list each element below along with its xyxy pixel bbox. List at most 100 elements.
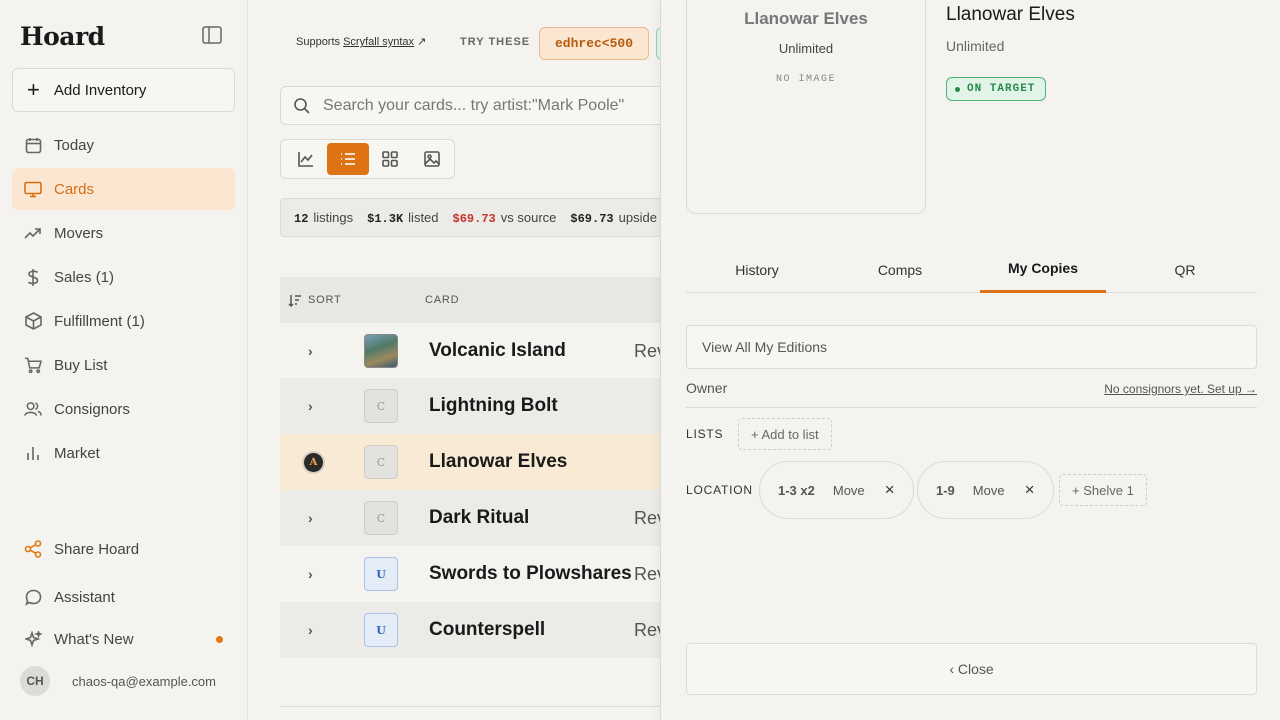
card-name: Lightning Bolt — [429, 395, 558, 416]
tab-my-copies[interactable]: My Copies — [980, 246, 1106, 293]
sidebar-item-label: Buy List — [54, 356, 108, 374]
monitor-icon — [24, 180, 42, 198]
sidebar-toggle-icon[interactable] — [202, 26, 224, 46]
status-badge: ON TARGET — [946, 77, 1047, 101]
close-button[interactable]: ‹ Close — [686, 643, 1257, 695]
setup-consignors-link[interactable]: No consignors yet. Set up → — [1104, 382, 1257, 396]
sidebar-item-market[interactable]: Market — [12, 432, 235, 474]
card-name: Swords to Plowshares — [429, 563, 632, 584]
rarity-badge: C — [364, 445, 398, 479]
sort-icon — [288, 294, 301, 307]
sidebar-item-movers[interactable]: Movers — [12, 212, 235, 254]
divider — [280, 706, 660, 707]
example-query-chip[interactable]: edhrec<500 — [539, 27, 649, 60]
chevron-right-icon[interactable]: › — [308, 622, 313, 638]
syntax-hint: Supports Scryfall syntax ↗ — [296, 36, 427, 48]
share-icon — [24, 540, 42, 558]
rarity-badge: U — [364, 557, 398, 591]
add-shelve-button[interactable]: + Shelve 1 — [1059, 474, 1147, 506]
sidebar-item-label: Cards — [54, 180, 95, 198]
row-extra: Rev — [634, 563, 660, 584]
external-link-icon: ↗ — [417, 36, 427, 48]
sidebar-item-buy-list[interactable]: Buy List — [12, 344, 235, 386]
card-name: Counterspell — [429, 619, 546, 640]
sidebar-item-consignors[interactable]: Consignors — [12, 388, 235, 430]
image-view-button[interactable] — [411, 143, 453, 175]
move-button[interactable]: Move — [973, 483, 1005, 498]
sort-button[interactable]: SORT — [288, 294, 342, 307]
sidebar-item-label: Fulfillment (1) — [54, 312, 145, 330]
table-row[interactable]: › U Counterspell Rev — [280, 602, 660, 658]
chart-view-button[interactable] — [285, 143, 327, 175]
tab-comps[interactable]: Comps — [837, 246, 963, 293]
view-mode-toggle — [280, 139, 455, 179]
sidebar-item-today[interactable]: Today — [12, 124, 235, 166]
search-placeholder: Search your cards... try artist:"Mark Po… — [323, 96, 625, 114]
list-view-button[interactable] — [327, 143, 369, 175]
grid-view-button[interactable] — [369, 143, 411, 175]
chevron-right-icon[interactable]: › — [308, 566, 313, 582]
location-pill: 1-9 Move × — [917, 461, 1054, 519]
search-icon — [294, 97, 310, 114]
stats-bar: 12 listings $1.3K listed $69.73 vs source $… — [280, 198, 660, 237]
detail-tabs: History Comps My Copies QR — [686, 246, 1257, 293]
add-inventory-button[interactable]: + Add Inventory — [12, 68, 235, 112]
cart-icon — [24, 356, 42, 374]
move-button[interactable]: Move — [833, 483, 865, 498]
table-row[interactable]: › Volcanic Island Rev — [280, 323, 660, 379]
tab-history[interactable]: History — [694, 246, 820, 293]
share-hoard-label: Share Hoard — [54, 540, 140, 558]
location-code: 1-9 — [936, 482, 955, 498]
vs-source-stat: $69.73 vs source — [452, 209, 557, 226]
assistant-button[interactable]: Assistant — [12, 576, 235, 618]
chat-bubble-icon — [24, 588, 42, 606]
table-header: SORT CARD — [280, 277, 660, 323]
scryfall-syntax-link[interactable]: Scryfall syntax — [343, 36, 414, 48]
notification-dot — [216, 636, 223, 643]
card-detail-panel: Llanowar Elves Unlimited NO IMAGE Llanow… — [660, 0, 1280, 720]
search-input[interactable]: Search your cards... try artist:"Mark Po… — [280, 86, 660, 125]
user-account[interactable]: CH chaos-qa@example.com — [20, 666, 216, 696]
sidebar-item-sales[interactable]: Sales (1) — [12, 256, 235, 298]
lists-label: LISTS — [686, 427, 724, 441]
card-column-header[interactable]: CARD — [425, 294, 459, 306]
trending-up-icon — [24, 224, 42, 242]
add-to-list-button[interactable]: + Add to list — [738, 418, 832, 450]
app-logo[interactable]: Hoard — [20, 22, 105, 51]
user-email: chaos-qa@example.com — [72, 673, 216, 689]
tab-qr[interactable]: QR — [1122, 246, 1248, 293]
dollar-icon — [24, 268, 42, 286]
close-icon[interactable]: × — [885, 480, 895, 500]
table-row[interactable]: › C Dark Ritual Rev — [280, 490, 660, 546]
location-code: 1-3 x2 — [778, 482, 815, 498]
owner-label: Owner — [686, 380, 728, 396]
sidebar-item-fulfillment[interactable]: Fulfillment (1) — [12, 300, 235, 342]
share-hoard-button[interactable]: Share Hoard — [12, 528, 235, 570]
chevron-right-icon[interactable]: › — [308, 510, 313, 526]
table-row[interactable]: › U Swords to Plowshares Rev — [280, 546, 660, 602]
grid-icon — [382, 151, 398, 167]
sparkle-icon — [24, 630, 42, 648]
card-name: Volcanic Island — [429, 340, 566, 361]
calendar-icon — [24, 136, 42, 154]
bar-chart-icon — [24, 444, 42, 462]
rarity-badge: U — [364, 613, 398, 647]
location-label: LOCATION — [686, 483, 753, 497]
rarity-badge: C — [364, 501, 398, 535]
users-icon — [24, 400, 42, 418]
close-icon[interactable]: × — [1025, 480, 1035, 500]
table-row[interactable]: A C Llanowar Elves — [280, 434, 660, 490]
sidebar-item-label: Today — [54, 136, 95, 154]
whats-new-button[interactable]: What's New — [12, 618, 235, 660]
try-these-label: TRY THESE — [460, 36, 531, 48]
sidebar-item-cards[interactable]: Cards — [12, 168, 235, 210]
view-all-editions-button[interactable]: View All My Editions — [686, 325, 1257, 369]
upside-stat: $69.73 upside — [570, 209, 657, 226]
chevron-right-icon[interactable]: › — [308, 343, 313, 359]
chevron-right-icon[interactable]: › — [308, 398, 313, 414]
detail-set-name: Unlimited — [946, 38, 1005, 54]
no-image-label: NO IMAGE — [775, 74, 836, 85]
status-badge: A — [304, 452, 323, 472]
main-content: Supports Scryfall syntax ↗ TRY THESE edh… — [248, 0, 660, 720]
table-row[interactable]: › C Lightning Bolt — [280, 378, 660, 434]
